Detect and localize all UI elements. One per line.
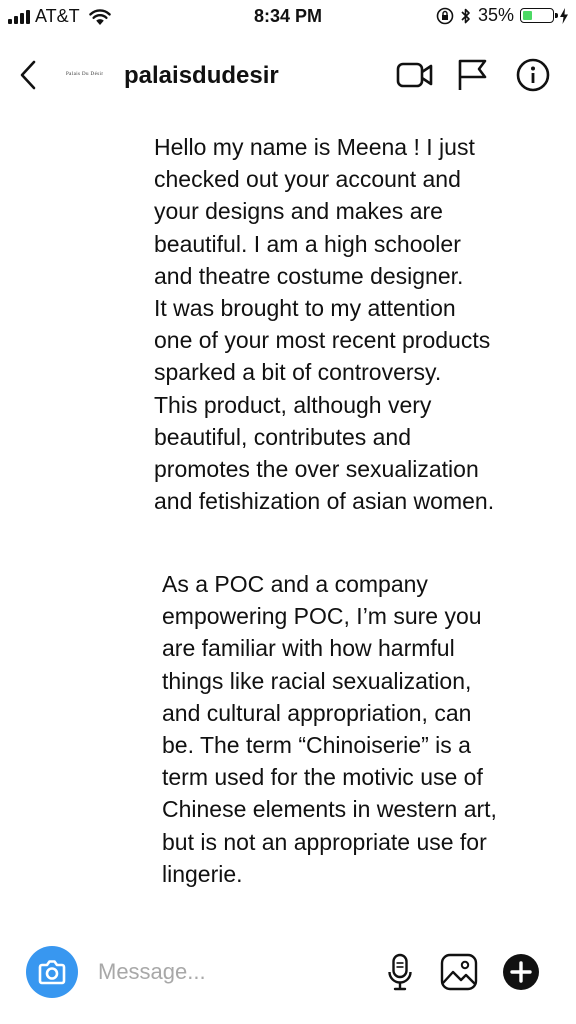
- battery-percent: 35%: [477, 5, 514, 25]
- message-text-1: Hello my name is Meena ! I just checked …: [154, 134, 495, 515]
- profile-logo[interactable]: Palais Du Désir: [66, 72, 103, 77]
- charging-icon: [560, 7, 568, 24]
- message-text-2: As a POC and a company empowering POC, I…: [162, 571, 497, 887]
- conversation-username[interactable]: palaisdudesir: [124, 62, 279, 90]
- orientation-lock-icon: [436, 7, 454, 24]
- info-icon[interactable]: [514, 58, 552, 92]
- status-right: 35%: [436, 5, 568, 26]
- battery-level: [523, 11, 533, 20]
- direct-message-screen: AT&T 8:34 PM 35% Palais Du Désir palaisd…: [0, 0, 576, 1024]
- bluetooth-icon: [461, 8, 470, 23]
- battery-icon: [520, 8, 558, 23]
- plus-icon[interactable]: [502, 953, 540, 991]
- message-composer: [0, 940, 576, 1004]
- status-bar: AT&T 8:34 PM 35%: [0, 0, 576, 34]
- gallery-icon[interactable]: [440, 953, 478, 991]
- camera-icon: [38, 960, 66, 985]
- camera-button[interactable]: [26, 946, 78, 998]
- video-call-icon[interactable]: [396, 58, 434, 92]
- microphone-icon[interactable]: [386, 952, 414, 992]
- conversation-header: Palais Du Désir palaisdudesir: [0, 40, 576, 110]
- message-input[interactable]: [98, 956, 358, 988]
- back-icon[interactable]: [14, 58, 44, 92]
- flag-icon[interactable]: [455, 58, 493, 92]
